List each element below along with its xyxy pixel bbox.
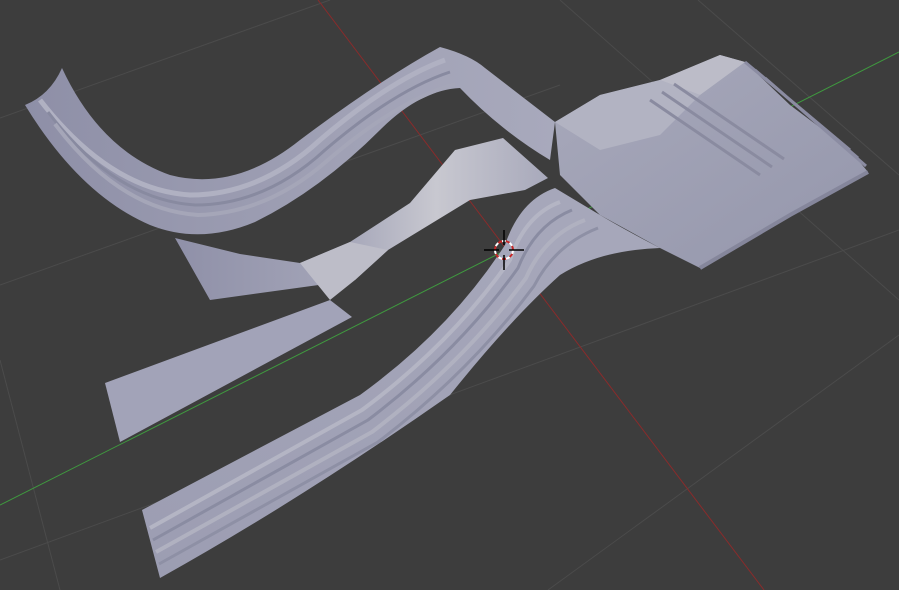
molding-strip-curved-upper[interactable]	[25, 47, 555, 235]
3d-viewport[interactable]	[0, 0, 899, 590]
viewport-canvas[interactable]	[0, 0, 899, 590]
